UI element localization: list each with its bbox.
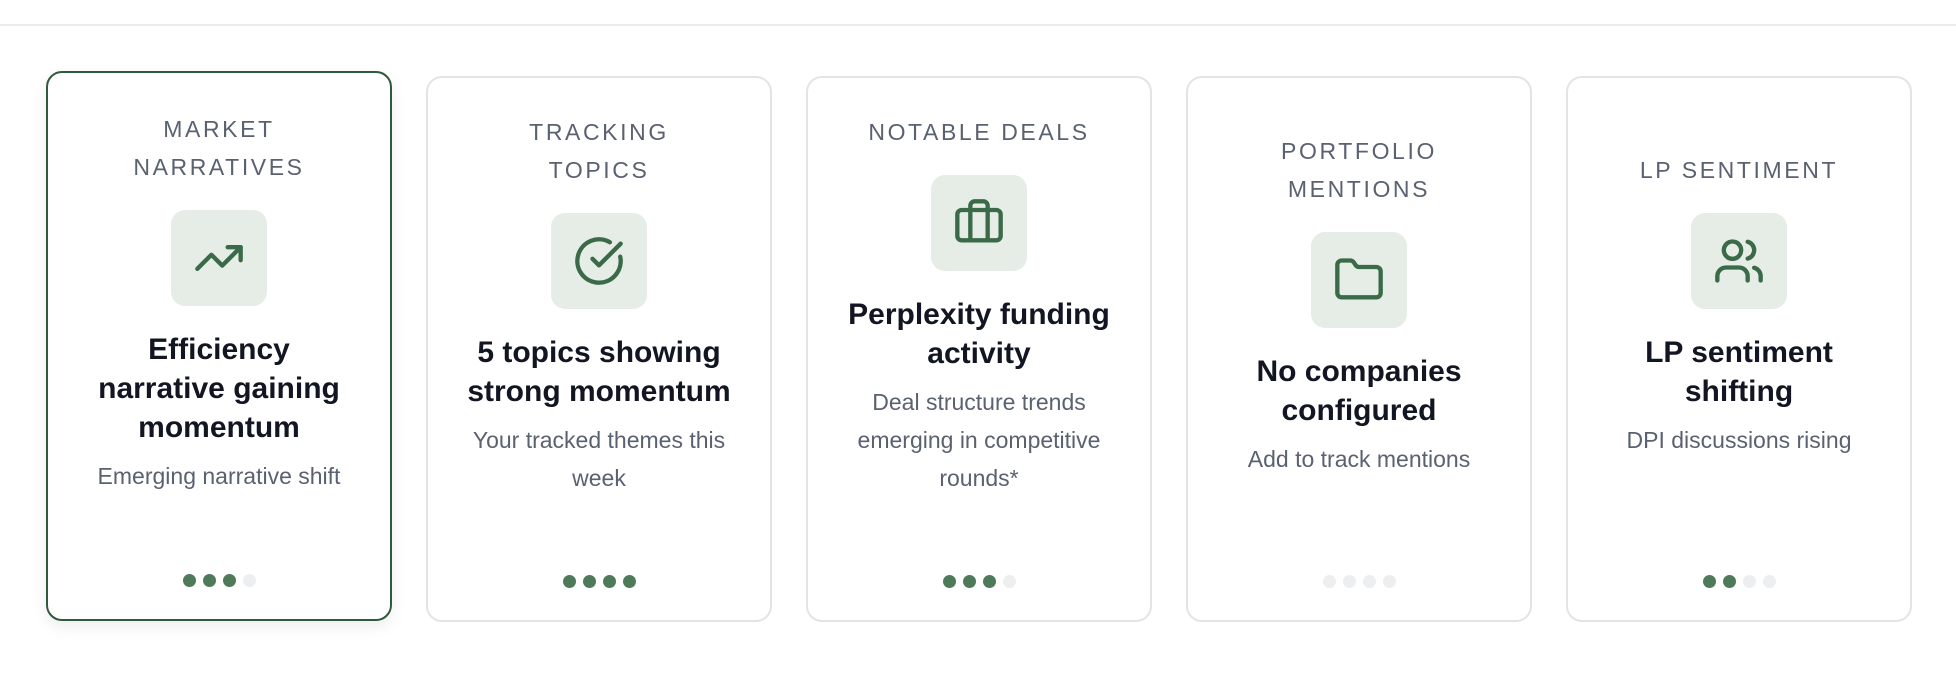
card-portfolio-mentions[interactable]: PORTFOLIO MENTIONS No companies configur… (1186, 76, 1532, 622)
icon-tile (551, 213, 647, 309)
card-label: TRACKING TOPICS (529, 119, 669, 183)
card-subtext: DPI discussions rising (1626, 427, 1852, 453)
card-headline: No companies configured (1256, 355, 1462, 427)
dot-filled (562, 575, 576, 588)
card-headline: Efficiency narrative gaining momentum (98, 332, 340, 444)
dot-filled (222, 574, 236, 587)
card-notable-deals[interactable]: NOTABLE DEALS Perplexity funding activit… (806, 76, 1152, 622)
icon-tile (171, 209, 267, 306)
dot-filled (622, 575, 636, 588)
momentum-dots (428, 575, 770, 588)
users-icon (1715, 239, 1763, 283)
card-subtext: Deal structure trends emerging in compet… (857, 389, 1101, 491)
icon-tile (931, 175, 1027, 271)
card-subtext: Your tracked themes this week (472, 427, 726, 491)
card-headline: LP sentiment shifting (1645, 336, 1833, 408)
dot-filled (982, 575, 996, 588)
dot-empty (1762, 575, 1776, 588)
check-circle-icon (575, 237, 623, 285)
icon-tile (1311, 232, 1407, 328)
dot-filled (942, 575, 956, 588)
dot-filled (202, 574, 216, 587)
card-label: PORTFOLIO MENTIONS (1281, 138, 1437, 202)
dot-empty (1322, 575, 1336, 588)
dot-filled (582, 575, 596, 588)
dot-filled (962, 575, 976, 588)
momentum-dots (1568, 575, 1910, 588)
card-subtext: Emerging narrative shift (97, 462, 341, 489)
dot-empty (1382, 575, 1396, 588)
momentum-dots (1188, 575, 1530, 588)
dot-empty (1362, 575, 1376, 588)
card-label: NOTABLE DEALS (868, 119, 1090, 145)
dot-filled (182, 574, 196, 587)
card-subtext: Add to track mentions (1247, 446, 1471, 472)
dot-empty (1742, 575, 1756, 588)
card-label: LP SENTIMENT (1639, 157, 1839, 183)
card-headline: Perplexity funding activity (848, 298, 1110, 370)
briefcase-icon (955, 199, 1003, 243)
insight-cards-row: MARKET NARRATIVES Efficiency narrative g… (46, 71, 1914, 625)
card-tracking-topics[interactable]: TRACKING TOPICS 5 topics showing strong … (426, 76, 772, 622)
card-headline: 5 topics showing strong momentum (467, 336, 731, 408)
trending-up-icon (195, 244, 243, 271)
folder-icon (1335, 258, 1383, 300)
card-label: MARKET NARRATIVES (133, 115, 305, 180)
momentum-dots (48, 574, 390, 587)
dot-empty (1002, 575, 1016, 588)
top-divider (0, 24, 1956, 26)
dot-empty (1342, 575, 1356, 588)
icon-tile (1691, 213, 1787, 309)
card-market-narratives[interactable]: MARKET NARRATIVES Efficiency narrative g… (46, 71, 392, 621)
dot-filled (602, 575, 616, 588)
dot-filled (1722, 575, 1736, 588)
card-lp-sentiment[interactable]: LP SENTIMENT LP sentiment shifting DPI d… (1566, 76, 1912, 622)
dot-filled (1702, 575, 1716, 588)
momentum-dots (808, 575, 1150, 588)
dot-empty (242, 574, 256, 587)
